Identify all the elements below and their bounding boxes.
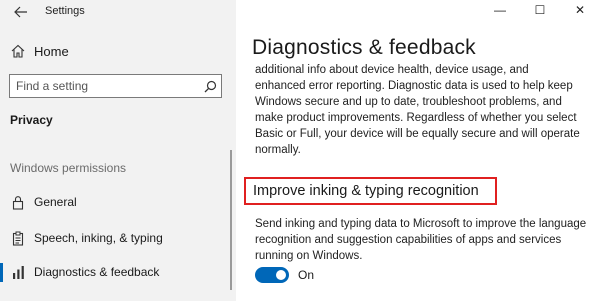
app-title: Settings	[45, 5, 85, 17]
sidebar-item-home[interactable]: Home	[0, 38, 236, 64]
home-icon	[11, 44, 25, 58]
minimize-button[interactable]: —	[480, 0, 520, 20]
paragraph-line: recognition and suggestion capabilities …	[255, 234, 562, 246]
sidebar: Settings Home Privacy Windows permission…	[0, 0, 236, 301]
search-icon[interactable]	[199, 80, 221, 93]
lock-icon	[11, 194, 25, 210]
arrow-left-icon	[14, 6, 27, 18]
sidebar-item-speech-inking-typing[interactable]: Speech, inking, & typing	[0, 225, 230, 251]
sidebar-item-diagnostics-feedback[interactable]: Diagnostics & feedback	[0, 259, 230, 285]
paragraph-line: running on Windows.	[255, 250, 363, 262]
feedback-icon	[11, 264, 25, 280]
paragraph-line: enhanced error reporting. Diagnostic dat…	[255, 80, 573, 92]
paragraph-line: normally.	[255, 144, 301, 156]
back-button[interactable]	[6, 0, 36, 24]
sidebar-scrollbar[interactable]	[230, 150, 232, 290]
maximize-button[interactable]: ☐	[520, 0, 560, 20]
main-content: — ☐ ✕ Diagnostics & feedback additional …	[236, 0, 600, 301]
group-header: Windows permissions	[10, 161, 127, 175]
toggle-knob	[276, 270, 286, 280]
page-title: Diagnostics & feedback	[252, 36, 476, 59]
section-title: Privacy	[10, 113, 53, 127]
sidebar-item-label: Home	[34, 43, 69, 59]
diagnostic-data-description: additional info about device health, dev…	[255, 62, 595, 158]
window-controls: — ☐ ✕	[480, 0, 600, 22]
highlighted-heading-box: Improve inking & typing recognition	[244, 177, 497, 205]
inking-typing-description: Send inking and typing data to Microsoft…	[255, 216, 595, 264]
sidebar-item-general[interactable]: General	[0, 189, 230, 215]
title-bar: Settings	[0, 0, 236, 28]
paragraph-line: Windows secure and up to date, troublesh…	[255, 96, 562, 108]
clipboard-icon	[11, 230, 25, 246]
paragraph-line: make product improvements. Regardless of…	[255, 112, 577, 124]
paragraph-line: Basic or Full, your device will be equal…	[255, 128, 580, 140]
search-input[interactable]	[10, 75, 199, 97]
paragraph-line: additional info about device health, dev…	[255, 64, 529, 76]
sidebar-item-label: General	[34, 195, 77, 209]
selected-indicator	[0, 263, 3, 282]
sidebar-item-label: Diagnostics & feedback	[34, 265, 160, 279]
inking-typing-toggle[interactable]	[255, 267, 289, 283]
sidebar-item-label: Speech, inking, & typing	[34, 231, 163, 245]
toggle-state-label: On	[298, 268, 315, 282]
inking-typing-toggle-row: On	[255, 267, 314, 283]
paragraph-line: Send inking and typing data to Microsoft…	[255, 218, 587, 230]
close-button[interactable]: ✕	[560, 0, 600, 20]
section-heading: Improve inking & typing recognition	[253, 183, 479, 199]
search-box	[9, 74, 222, 98]
